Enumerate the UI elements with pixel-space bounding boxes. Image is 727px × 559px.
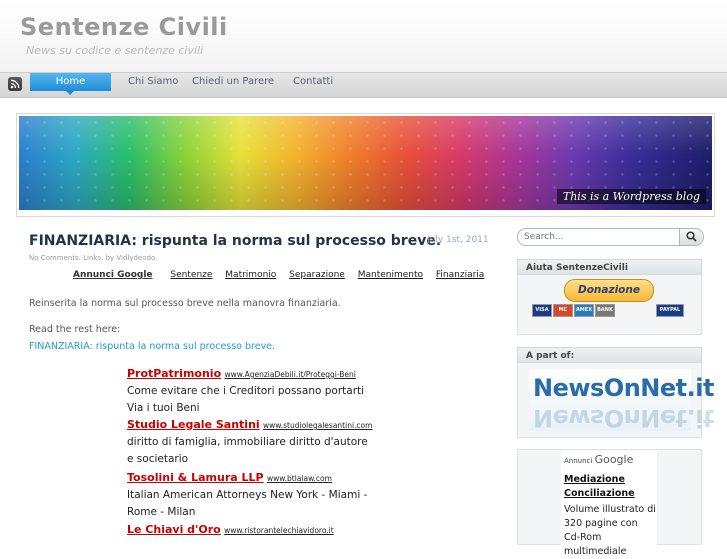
ad-url[interactable]: www.ristorantelechiavidoro.it <box>224 526 334 535</box>
ad-url[interactable]: www.btlalaw.com <box>267 474 332 483</box>
logo-text: NewsOnNet.it <box>533 374 714 402</box>
ad-link-finanziaria[interactable]: Finanziaria <box>436 270 484 280</box>
google-ad-links: Annunci Google Sentenze Matrimonio Separ… <box>73 270 494 280</box>
ad-title[interactable]: Le Chiavi d'Oro <box>127 523 221 536</box>
ad-link-separazione[interactable]: Separazione <box>289 270 345 280</box>
logo-reflection: NewsOnNet.it <box>533 404 714 432</box>
site-title[interactable]: Sentenze Civili <box>20 13 228 41</box>
ad-link-matrimonio[interactable]: Matrimonio <box>225 270 276 280</box>
post-paragraph: Read the rest here: <box>29 324 121 335</box>
visa-card-icon: VISA <box>532 304 552 317</box>
ad-text: Italian American Attorneys New York - Mi… <box>127 489 368 518</box>
ad-text: diritto di famiglia, immobiliare diritto… <box>127 436 368 465</box>
main-navigation: Home Chi Siamo Chiedi un Parere Contatti <box>0 72 727 98</box>
banner-image: This is a Wordpress blog <box>19 116 712 210</box>
ad-url[interactable]: www.AgenziaDebili.it/Proteggi-Beni <box>224 370 355 379</box>
text-ad: Tosolini & Lamura LLP www.btlalaw.com It… <box>127 469 377 521</box>
payment-cards: VISA MC AMEX BANK PAYPAL <box>532 304 684 317</box>
ad-link-sentenze[interactable]: Sentenze <box>170 270 212 280</box>
ad-title[interactable]: Tosolini & Lamura LLP <box>127 471 264 484</box>
newsonnet-logo[interactable]: NewsOnNet.it NewsOnNet.it <box>529 369 714 432</box>
post-title[interactable]: FINANZIARIA: rispunta la norma sul proce… <box>29 233 441 249</box>
ad-title[interactable]: ProtPatrimonio <box>127 367 221 380</box>
site-header: Sentenze Civili News su codice e sentenz… <box>0 0 727 72</box>
post-meta: No Comments. Links. by Vidlydeodo. <box>29 254 158 262</box>
donate-button[interactable]: Donazione <box>564 279 654 302</box>
widget-title: A part of: <box>517 347 702 363</box>
site-description: News su codice e sentenze civili <box>26 44 204 57</box>
widget-title: Aiuta SentenzeCivili <box>517 259 702 275</box>
ad-link-mantenimento[interactable]: Mantenimento <box>358 270 423 280</box>
ad-text: Come evitare che i Creditori possano por… <box>127 385 365 414</box>
post-paragraph: Reinserita la norma sul processo breve n… <box>29 298 341 309</box>
nav-home[interactable]: Home <box>30 73 111 91</box>
sidebar-ad-title[interactable]: Mediazione Conciliazione <box>564 473 656 501</box>
search-icon <box>686 231 697 242</box>
sidebar-ad-text: Volume illustrato di 320 pagine con Cd-R… <box>564 504 656 557</box>
nav-chi-siamo[interactable]: Chi Siamo <box>128 73 178 97</box>
post-source-link[interactable]: FINANZIARIA: rispunta la norma sul proce… <box>29 341 275 352</box>
header-banner: This is a Wordpress blog <box>16 113 715 217</box>
text-ad: ProtPatrimonio www.AgenziaDebili.it/Prot… <box>127 365 377 417</box>
nav-chiedi-un-parere[interactable]: Chiedi un Parere <box>192 73 274 97</box>
search-input[interactable] <box>524 230 674 244</box>
amex-card-icon: AMEX <box>574 304 594 317</box>
text-ad: Studio Legale Santini www.studiolegalesa… <box>127 416 377 468</box>
ads-by-google-label: Annunci Google <box>564 453 634 466</box>
search-form <box>517 228 704 246</box>
ad-title[interactable]: Studio Legale Santini <box>127 418 260 431</box>
google-ad-box: Annunci Google Mediazione Conciliazione … <box>561 451 657 557</box>
ad-links-label: Annunci Google <box>73 270 153 280</box>
paypal-icon: PAYPAL <box>656 304 684 317</box>
ad-url[interactable]: www.studiolegalesantini.com <box>263 421 372 430</box>
rss-icon[interactable] <box>8 77 22 91</box>
text-ad: Le Chiavi d'Oro www.ristorantelechiavido… <box>127 521 377 539</box>
mastercard-icon: MC <box>553 304 573 317</box>
active-nav-indicator <box>65 90 75 95</box>
nav-contatti[interactable]: Contatti <box>293 73 333 97</box>
post-date: July 1st, 2011 <box>427 235 489 245</box>
search-button[interactable] <box>679 229 703 245</box>
banner-caption: This is a Wordpress blog <box>556 189 706 204</box>
bank-card-icon: BANK <box>595 304 615 317</box>
